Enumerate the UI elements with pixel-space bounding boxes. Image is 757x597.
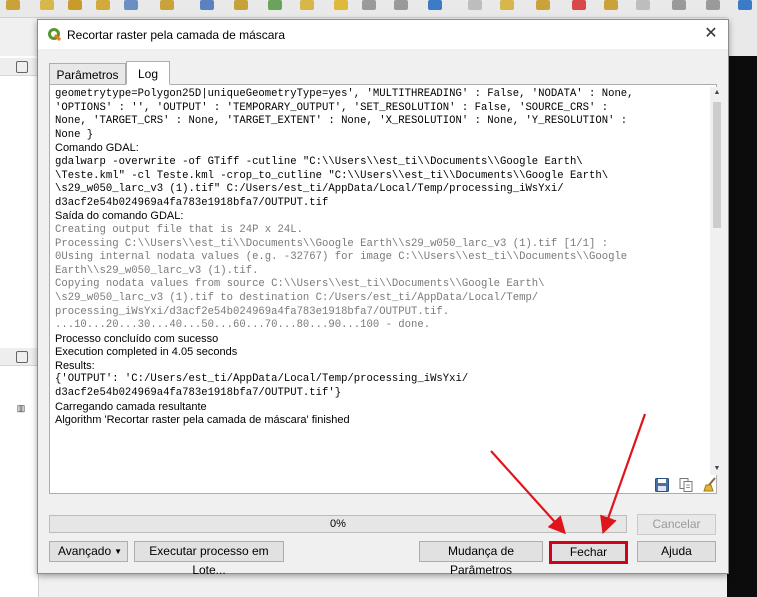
log-line: Copying nodata values from source C:\\Us… bbox=[55, 278, 545, 291]
toolbar-icon[interactable] bbox=[268, 0, 282, 10]
log-line: gdalwarp -overwrite -of GTiff -cutline "… bbox=[55, 155, 583, 168]
toolbar-icon[interactable] bbox=[300, 0, 314, 10]
toolbar-icon[interactable] bbox=[738, 0, 752, 10]
log-line: 'OPTIONS' : '', 'OUTPUT' : 'TEMPORARY_OU… bbox=[55, 101, 609, 114]
log-line: Algorithm 'Recortar raster pela camada d… bbox=[55, 414, 350, 427]
toolbar-icon[interactable] bbox=[672, 0, 686, 10]
toolbar-icon[interactable] bbox=[234, 0, 248, 10]
qgis-logo-icon bbox=[48, 28, 61, 41]
progress-label: 0% bbox=[330, 518, 346, 530]
log-scrollbar[interactable]: ▲ ▼ bbox=[710, 87, 724, 475]
dialog-title: Recortar raster pela camada de máscara bbox=[67, 28, 286, 42]
toolbar-icon[interactable] bbox=[160, 0, 174, 10]
float-panel-icon[interactable] bbox=[16, 61, 28, 73]
log-text-area[interactable]: geometrytype=Polygon25D|uniqueGeometryTy… bbox=[55, 88, 695, 476]
log-line: None } bbox=[55, 128, 94, 141]
toolbar-icon[interactable] bbox=[706, 0, 720, 10]
save-icon[interactable] bbox=[654, 477, 670, 493]
log-line: \Teste.kml" -cl Teste.kml -crop_to_cutli… bbox=[55, 169, 609, 182]
log-line: processing_iWsYxi/d3acf2e54b024969a4fa78… bbox=[55, 305, 450, 318]
toolbar-icon[interactable] bbox=[500, 0, 514, 10]
change-parameters-button[interactable]: Mudança de Parâmetros bbox=[419, 541, 543, 577]
float-panel-icon[interactable] bbox=[16, 351, 28, 363]
toolbar-icon[interactable] bbox=[362, 0, 376, 10]
toolbar-icon[interactable] bbox=[40, 0, 54, 10]
log-line: Earth\\s29_w050_larc_v3 (1).tif. bbox=[55, 264, 259, 277]
log-line: {'OUTPUT': 'C:/Users/est_ti/AppData/Loca… bbox=[55, 373, 469, 386]
log-line: Execution completed in 4.05 seconds bbox=[55, 346, 238, 359]
advanced-dropdown-button[interactable]: Avançado ▼ bbox=[49, 541, 128, 562]
help-button[interactable]: Ajuda bbox=[637, 541, 716, 562]
log-line: d3acf2e54b024969a4fa783e1918bfa7/OUTPUT.… bbox=[55, 196, 329, 209]
toolbar-icon[interactable] bbox=[428, 0, 442, 10]
map-canvas[interactable] bbox=[727, 56, 757, 597]
progress-bar: 0% bbox=[49, 515, 627, 533]
qgis-toolbar-background bbox=[0, 0, 757, 18]
panel-tool-icon[interactable]: ▥ bbox=[16, 403, 26, 413]
log-line: Comando GDAL: bbox=[55, 142, 139, 155]
advanced-label: Avançado bbox=[58, 544, 112, 558]
toolbar-icon[interactable] bbox=[604, 0, 618, 10]
close-icon[interactable]: ✕ bbox=[702, 25, 720, 43]
run-batch-button[interactable]: Executar processo em Lote... bbox=[134, 541, 284, 577]
broom-icon[interactable] bbox=[702, 477, 718, 493]
toolbar-icon[interactable] bbox=[536, 0, 550, 10]
qgis-left-panel: ▥ bbox=[0, 56, 39, 597]
log-line: ...10...20...30...40...50...60...70...80… bbox=[55, 319, 431, 332]
log-line: geometrytype=Polygon25D|uniqueGeometryTy… bbox=[55, 88, 634, 100]
log-line: Processo concluído com sucesso bbox=[55, 332, 219, 345]
clip-raster-dialog: Recortar raster pela camada de máscara ✕… bbox=[37, 19, 729, 577]
toolbar-icon[interactable] bbox=[468, 0, 482, 10]
toolbar-icon[interactable] bbox=[6, 0, 20, 10]
log-line: d3acf2e54b024969a4fa783e1918bfa7/OUTPUT.… bbox=[55, 387, 342, 400]
log-line: 0Using internal nodata values (e.g. -327… bbox=[55, 251, 628, 264]
scroll-up-icon[interactable]: ▲ bbox=[710, 87, 724, 99]
copy-icon[interactable] bbox=[678, 477, 694, 493]
toolbar-icon[interactable] bbox=[394, 0, 408, 10]
toolbar-icon[interactable] bbox=[200, 0, 214, 10]
toolbar-icon[interactable] bbox=[68, 0, 82, 10]
log-line: \s29_w050_larc_v3 (1).tif" C:/Users/est_… bbox=[55, 183, 564, 196]
toolbar-icon[interactable] bbox=[96, 0, 110, 10]
log-line: Carregando camada resultante bbox=[55, 400, 207, 413]
scroll-down-icon[interactable]: ▼ bbox=[710, 463, 724, 475]
toolbar-icon[interactable] bbox=[124, 0, 138, 10]
log-line: \s29_w050_larc_v3 (1).tif to destination… bbox=[55, 291, 539, 304]
scrollbar-thumb[interactable] bbox=[713, 102, 721, 228]
log-line: None, 'TARGET_CRS' : None, 'TARGET_EXTEN… bbox=[55, 115, 628, 128]
chevron-down-icon: ▼ bbox=[114, 547, 122, 556]
close-button[interactable]: Fechar bbox=[549, 541, 628, 564]
qgis-toolbar-right bbox=[727, 17, 757, 56]
toolbar-icon[interactable] bbox=[572, 0, 586, 10]
log-line: Processing C:\\Users\\est_ti\\Documents\… bbox=[55, 237, 609, 250]
toolbar-icon[interactable] bbox=[334, 0, 348, 10]
toolbar-icon[interactable] bbox=[636, 0, 650, 10]
cancel-button[interactable]: Cancelar bbox=[637, 514, 716, 535]
log-line: Results: bbox=[55, 359, 95, 372]
dialog-titlebar: Recortar raster pela camada de máscara ✕ bbox=[38, 20, 728, 49]
log-line: Saída do comando GDAL: bbox=[55, 210, 184, 223]
tab-log[interactable]: Log bbox=[126, 61, 170, 85]
log-panel: geometrytype=Polygon25D|uniqueGeometryTy… bbox=[49, 84, 724, 494]
tab-parametros[interactable]: Parâmetros bbox=[49, 63, 126, 85]
log-line: Creating output file that is 24P x 24L. bbox=[55, 223, 303, 236]
